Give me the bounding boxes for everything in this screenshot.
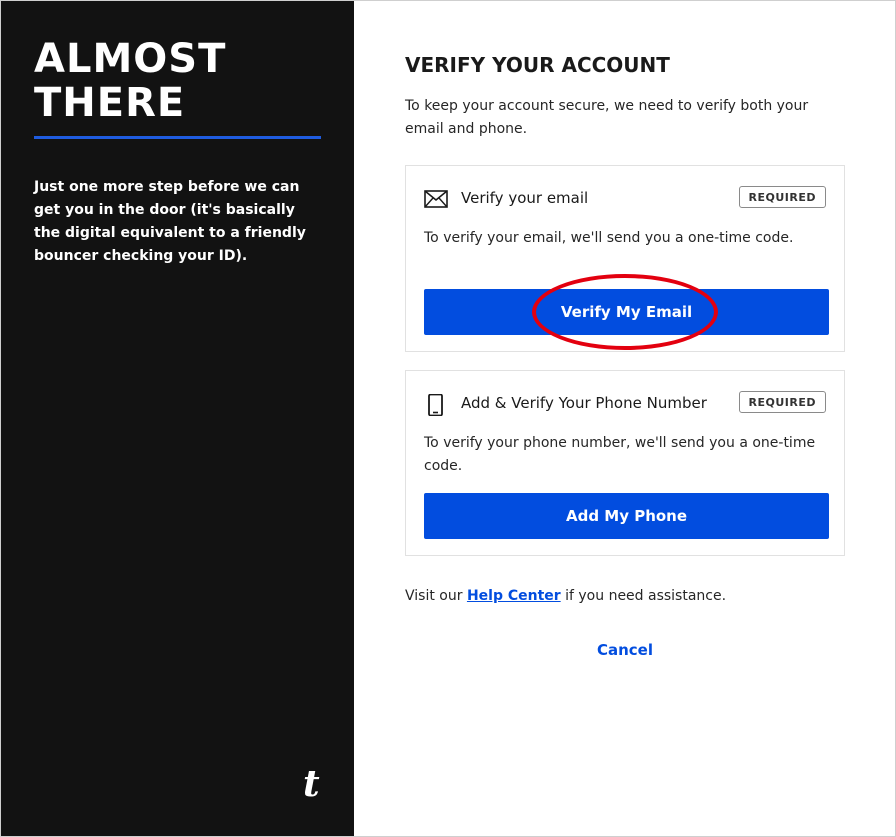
headline-line-2: THERE: [34, 80, 186, 126]
phone-card-header: Add & Verify Your Phone Number REQUIRED: [424, 391, 826, 417]
help-prefix: Visit our: [405, 588, 463, 604]
headline-line-1: ALMOST: [34, 36, 227, 82]
verification-dialog: ALMOST THERE Just one more step before w…: [0, 0, 896, 837]
cancel-link[interactable]: Cancel: [405, 641, 845, 659]
required-badge: REQUIRED: [738, 186, 826, 208]
add-phone-button[interactable]: Add My Phone: [424, 493, 829, 539]
phone-card-description: To verify your phone number, we'll send …: [424, 435, 816, 474]
verify-email-button[interactable]: Verify My Email: [424, 289, 829, 335]
page-subtitle: To keep your account secure, we need to …: [405, 98, 809, 137]
phone-card-title: Add & Verify Your Phone Number: [461, 394, 707, 412]
email-verification-card: Verify your email REQUIRED To verify you…: [405, 165, 845, 352]
phone-icon: [424, 393, 448, 417]
required-badge: REQUIRED: [738, 391, 826, 413]
intro-text: Just one more step before we can get you…: [34, 179, 306, 264]
brand-logo: t: [303, 763, 320, 805]
phone-verification-card: Add & Verify Your Phone Number REQUIRED …: [405, 370, 845, 556]
help-suffix: if you need assistance.: [565, 588, 727, 604]
envelope-icon: [424, 189, 448, 209]
page-title: VERIFY YOUR ACCOUNT: [405, 53, 670, 77]
email-card-title: Verify your email: [461, 189, 589, 207]
email-card-header: Verify your email REQUIRED: [424, 186, 826, 212]
left-panel: ALMOST THERE Just one more step before w…: [1, 1, 354, 836]
help-center-link[interactable]: Help Center: [467, 588, 561, 604]
headline: ALMOST THERE: [34, 37, 226, 125]
help-text: Visit our Help Center if you need assist…: [405, 588, 726, 604]
accent-divider: [34, 136, 321, 139]
email-card-description: To verify your email, we'll send you a o…: [424, 230, 794, 246]
